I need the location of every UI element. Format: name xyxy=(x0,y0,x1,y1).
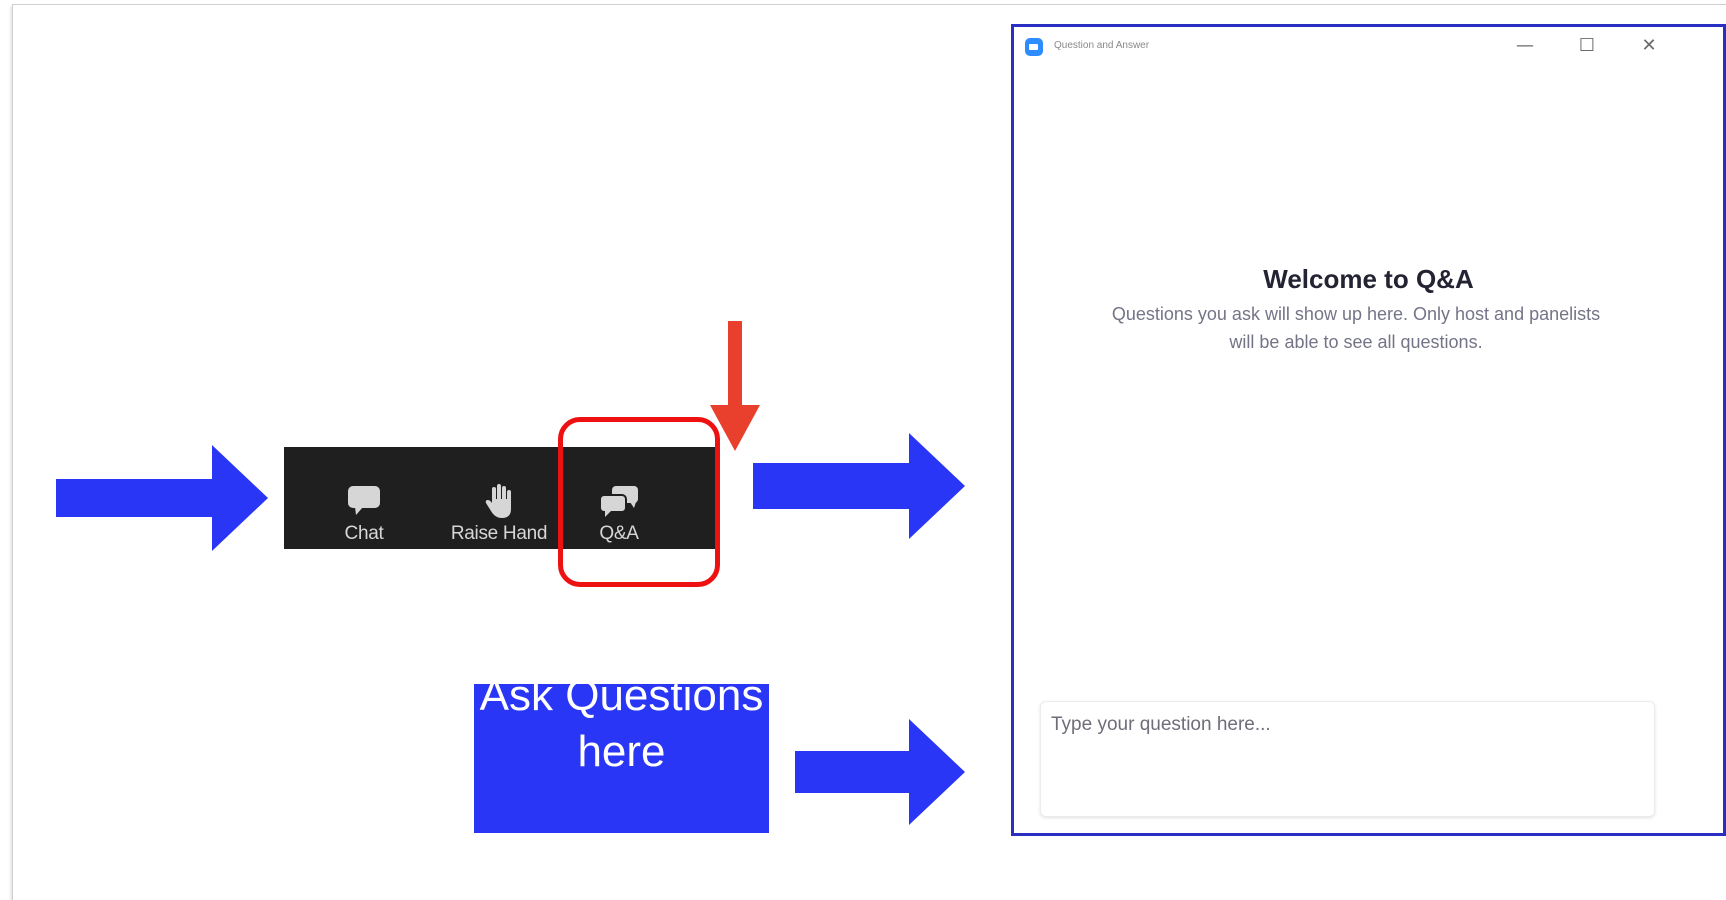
qa-highlight-box xyxy=(558,417,720,587)
raise-hand-label: Raise Hand xyxy=(450,523,548,544)
callout-label: Ask Questions here xyxy=(479,684,764,776)
minimize-button[interactable]: — xyxy=(1512,35,1538,57)
close-button[interactable]: ✕ xyxy=(1636,35,1662,57)
qa-window: Question and Answer — ☐ ✕ Welcome to Q&A… xyxy=(1011,24,1726,836)
arrow-right-icon xyxy=(56,445,268,551)
chat-bubble-icon xyxy=(347,481,381,521)
zoom-app-icon xyxy=(1025,38,1043,56)
chat-label: Chat xyxy=(344,523,384,544)
welcome-title: Welcome to Q&A xyxy=(1263,264,1474,294)
chat-button[interactable]: Chat xyxy=(328,447,400,549)
maximize-button[interactable]: ☐ xyxy=(1574,35,1600,57)
window-titlebar: Question and Answer — ☐ ✕ xyxy=(1014,27,1723,63)
question-input[interactable] xyxy=(1040,701,1655,817)
welcome-subtitle: Questions you ask will show up here. Onl… xyxy=(1111,304,1601,352)
arrow-right-icon xyxy=(795,719,965,825)
arrow-right-icon xyxy=(753,433,965,539)
arrow-down-icon xyxy=(710,321,760,451)
hand-icon xyxy=(484,481,514,521)
raise-hand-button[interactable]: Raise Hand xyxy=(444,447,554,549)
window-title: Question and Answer xyxy=(1054,40,1150,51)
ask-questions-callout: Ask Questions here xyxy=(474,684,769,833)
